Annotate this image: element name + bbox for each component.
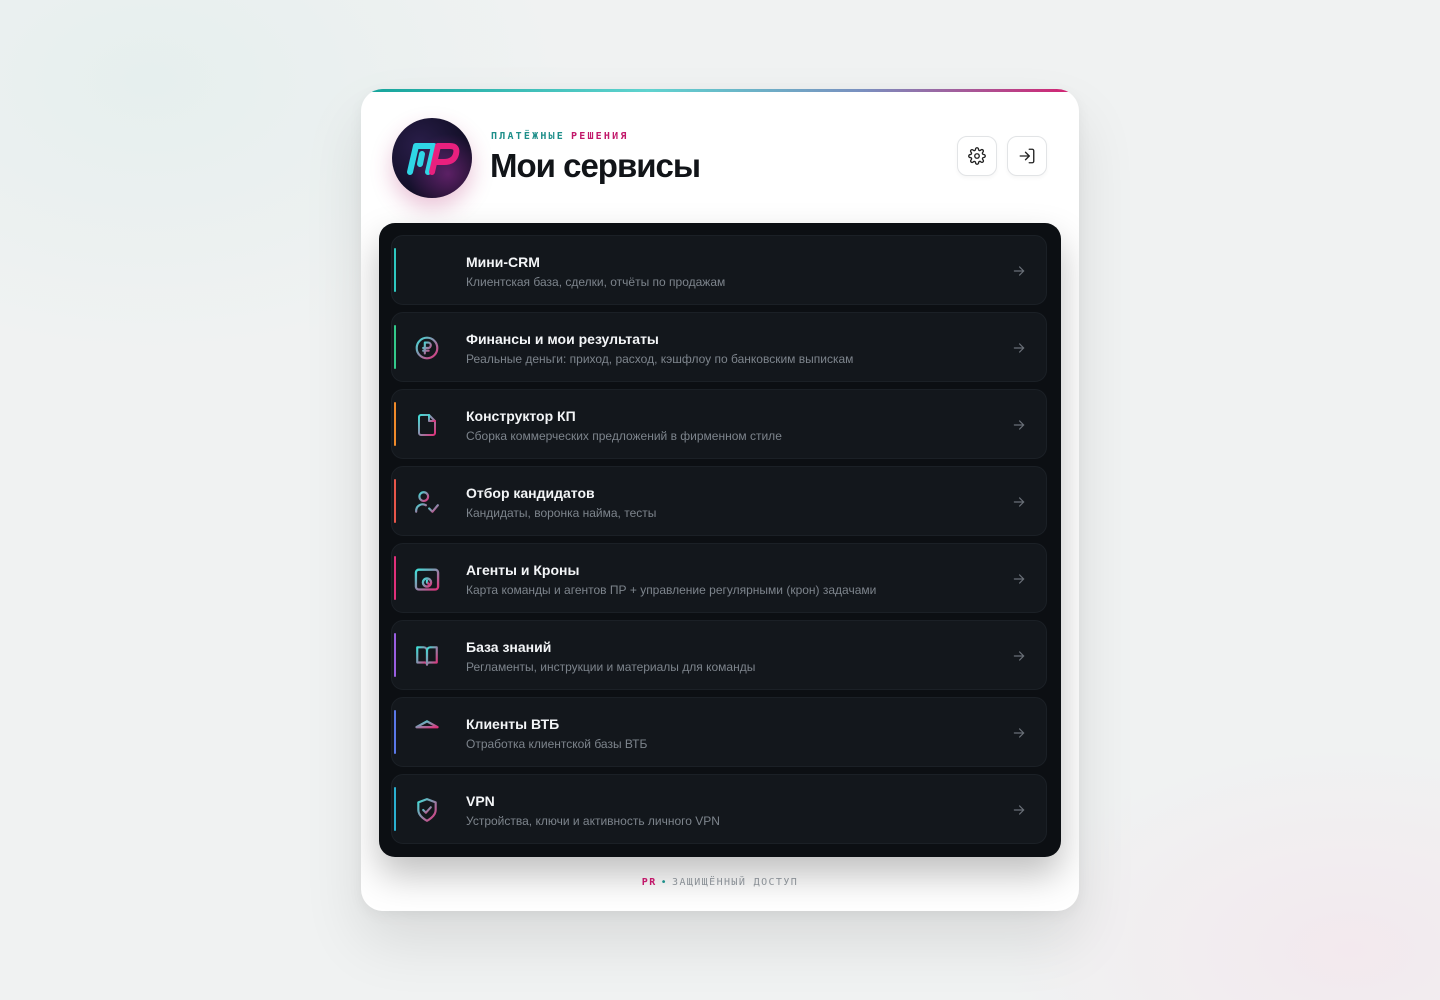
service-name: Конструктор КП xyxy=(466,408,576,424)
settings-button[interactable] xyxy=(957,136,997,176)
accent-bar xyxy=(394,633,396,677)
service-name: Клиенты ВТБ xyxy=(466,716,560,732)
accent-bar xyxy=(394,479,396,523)
footer-separator: • xyxy=(660,877,669,888)
calendar-clock-icon xyxy=(412,564,442,594)
service-desc: Клиентская база, сделки, отчёты по прода… xyxy=(466,275,726,289)
arrow-right-icon xyxy=(1013,343,1025,353)
user-check-icon xyxy=(412,487,442,517)
service-desc: Реальные деньги: приход, расход, кэшфлоу… xyxy=(466,352,854,366)
footer: PR • ЗАЩИЩЁННЫЙ ДОСТУП xyxy=(361,877,1079,888)
accent-bar xyxy=(394,710,396,754)
service-name: Агенты и Кроны xyxy=(466,562,580,578)
accent-bar xyxy=(394,325,396,369)
services-card: ПЛАТЁЖНЫЕ РЕШЕНИЯ Мои сервисы Мини-CRM К… xyxy=(361,89,1079,911)
accent-line xyxy=(361,89,1079,92)
arrow-right-icon xyxy=(1013,805,1025,815)
eyebrow-left: ПЛАТЁЖНЫЕ xyxy=(491,131,565,142)
login-arrow-icon xyxy=(1019,148,1035,164)
arrow-right-icon xyxy=(1013,728,1025,738)
footer-brand: PR xyxy=(641,877,657,888)
arrow-right-icon xyxy=(1013,266,1025,276)
arrow-right-icon xyxy=(1013,574,1025,584)
service-name: Отбор кандидатов xyxy=(466,485,595,501)
services-list: Мини-CRM Клиентская база, сделки, отчёты… xyxy=(379,223,1061,857)
eyebrow: ПЛАТЁЖНЫЕ РЕШЕНИЯ xyxy=(491,131,629,142)
bank-icon xyxy=(412,718,442,748)
service-item-finance[interactable]: Финансы и мои результаты Реальные деньги… xyxy=(391,312,1047,382)
accent-bar xyxy=(394,787,396,831)
service-item-mini-crm[interactable]: Мини-CRM Клиентская база, сделки, отчёты… xyxy=(391,235,1047,305)
service-item-kp-builder[interactable]: Конструктор КП Сборка коммерческих предл… xyxy=(391,389,1047,459)
service-item-vpn[interactable]: VPN Устройства, ключи и активность лично… xyxy=(391,774,1047,844)
arrow-right-icon xyxy=(1013,420,1025,430)
logout-button[interactable] xyxy=(1007,136,1047,176)
service-name: VPN xyxy=(466,793,495,809)
service-desc: Кандидаты, воронка найма, тесты xyxy=(466,506,657,520)
service-item-candidates[interactable]: Отбор кандидатов Кандидаты, воронка найм… xyxy=(391,466,1047,536)
service-item-vtb-clients[interactable]: Клиенты ВТБ Отработка клиентской базы ВТ… xyxy=(391,697,1047,767)
document-icon xyxy=(412,410,442,440)
arrow-right-icon xyxy=(1013,651,1025,661)
footer-text: ЗАЩИЩЁННЫЙ ДОСТУП xyxy=(672,877,799,888)
service-desc: Устройства, ключи и активность личного V… xyxy=(466,814,720,828)
page-title: Мои сервисы xyxy=(490,147,701,184)
accent-bar xyxy=(394,248,396,292)
eyebrow-right: РЕШЕНИЯ xyxy=(571,131,629,142)
pr-logo-icon xyxy=(392,118,472,198)
service-desc: Регламенты, инструкции и материалы для к… xyxy=(466,660,756,674)
service-name: Финансы и мои результаты xyxy=(466,331,659,347)
service-item-knowledge-base[interactable]: База знаний Регламенты, инструкции и мат… xyxy=(391,620,1047,690)
service-name: База знаний xyxy=(466,639,552,655)
gear-icon xyxy=(968,147,986,165)
service-name: Мини-CRM xyxy=(466,254,540,270)
service-item-agents-crons[interactable]: Агенты и Кроны Карта команды и агентов П… xyxy=(391,543,1047,613)
service-desc: Отработка клиентской базы ВТБ xyxy=(466,737,648,751)
service-desc: Сборка коммерческих предложений в фирмен… xyxy=(466,429,782,443)
accent-bar xyxy=(394,556,396,600)
shield-check-icon xyxy=(412,795,442,825)
book-icon xyxy=(412,641,442,671)
service-desc: Карта команды и агентов ПР + управление … xyxy=(466,583,877,597)
ruble-coin-icon xyxy=(412,333,442,363)
accent-bar xyxy=(394,402,396,446)
bar-chart-icon xyxy=(412,256,442,286)
arrow-right-icon xyxy=(1013,497,1025,507)
